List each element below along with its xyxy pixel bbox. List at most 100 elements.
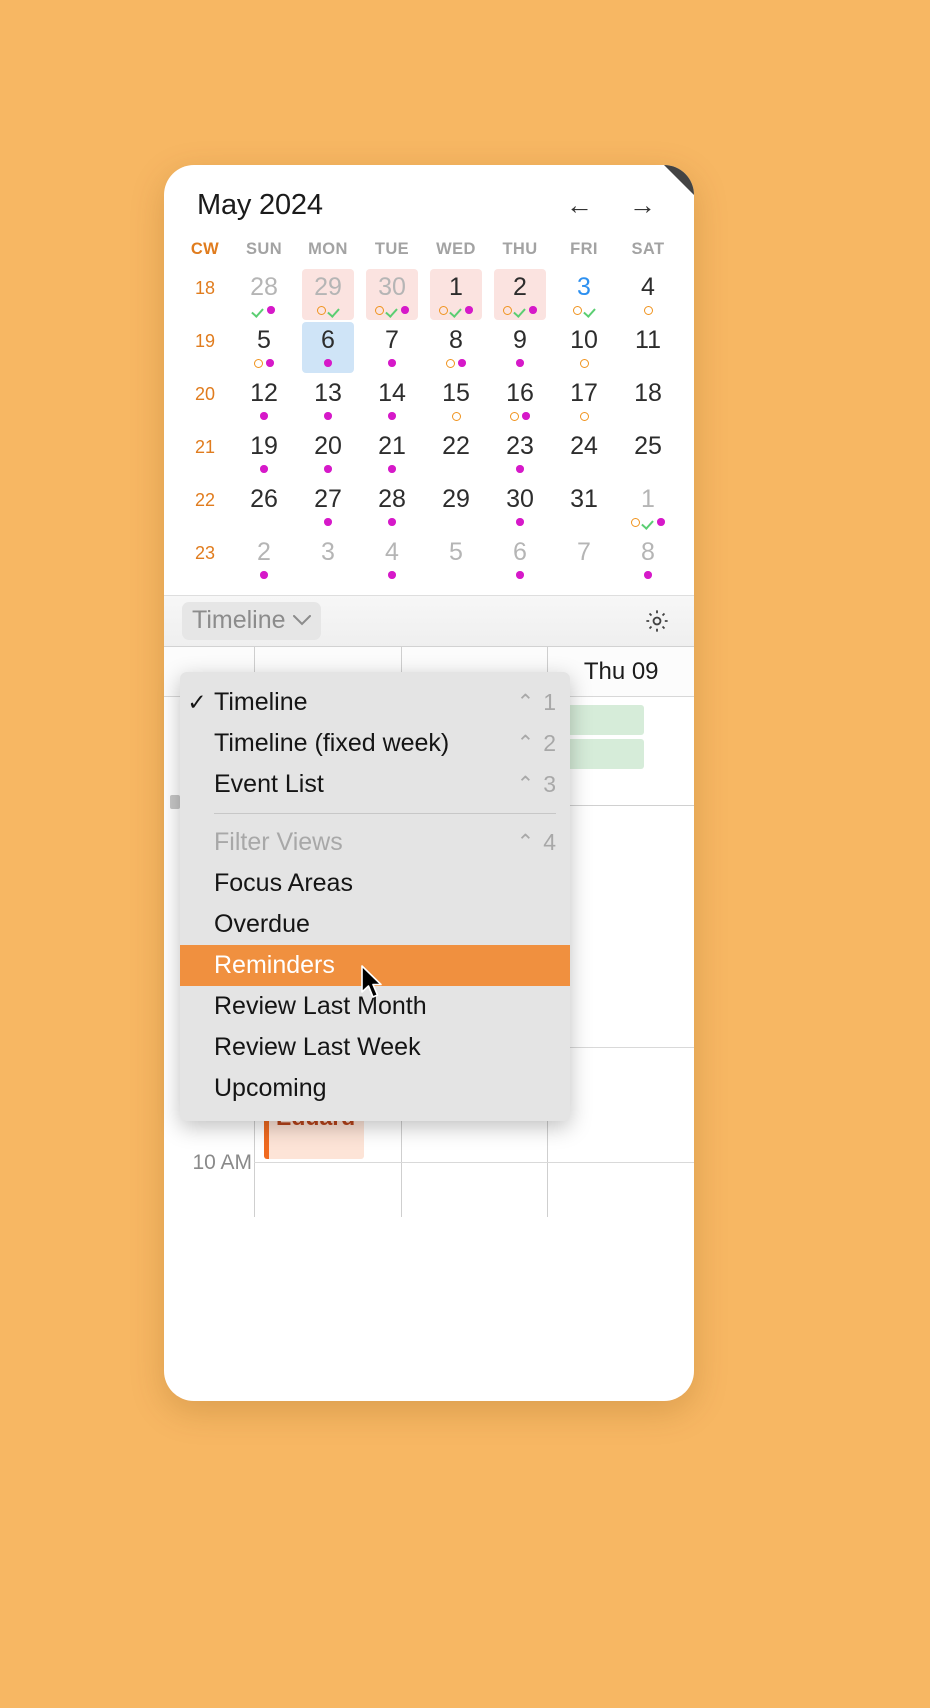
view-dropdown-menu: ✓ Timeline ⌃ 1 Timeline (fixed week) ⌃ 2 Event … (180, 672, 570, 1121)
marker-dot-icon (401, 306, 409, 314)
next-month-button[interactable]: → (629, 192, 656, 219)
column-header-sun: SUN (245, 240, 283, 258)
calendar-day-cell[interactable]: 23 (488, 428, 552, 481)
day-number: 3 (577, 273, 591, 301)
menu-item-overdue[interactable]: Overdue (180, 904, 570, 945)
calendar-day-cell[interactable]: 6 (296, 322, 360, 375)
marker-circle-icon (631, 517, 641, 527)
day-markers (253, 303, 275, 317)
day-number: 7 (385, 326, 399, 354)
menu-item-shortcut: ⌃ 4 (517, 829, 556, 856)
day-markers (631, 515, 665, 529)
scrollbar-thumb[interactable] (170, 795, 180, 809)
calendar-day-cell[interactable]: 3 (552, 269, 616, 322)
calendar-day-cell[interactable]: 12 (232, 375, 296, 428)
prev-month-button[interactable]: ← (566, 192, 593, 219)
marker-dot-icon (529, 306, 537, 314)
calendar-day-cell[interactable]: 1 (424, 269, 488, 322)
marker-dot-icon (516, 518, 524, 526)
column-header-wed: WED (436, 240, 476, 258)
marker-dot-icon (644, 571, 652, 579)
calendar-day-cell[interactable]: 24 (552, 428, 616, 481)
calendar-day-cell[interactable]: 19 (232, 428, 296, 481)
calendar-day-cell[interactable]: 7 (552, 534, 616, 587)
menu-separator (214, 813, 556, 814)
day-number: 8 (449, 326, 463, 354)
calendar-week-row: 23 2 3 4 5 6 7 8 (178, 534, 680, 587)
view-selector-button[interactable]: Timeline (182, 602, 321, 640)
marker-dot-icon (657, 518, 665, 526)
calendar-day-cell[interactable]: 4 (616, 269, 680, 322)
calendar-day-cell[interactable]: 14 (360, 375, 424, 428)
day-number: 2 (513, 273, 527, 301)
calendar-day-cell[interactable]: 21 (360, 428, 424, 481)
menu-item-focus-areas[interactable]: Focus Areas (180, 863, 570, 904)
calendar-day-cell[interactable]: 8 (616, 534, 680, 587)
calendar-day-cell[interactable]: 28 (360, 481, 424, 534)
marker-circle-icon (510, 411, 520, 421)
menu-item-upcoming[interactable]: Upcoming (180, 1068, 570, 1109)
calendar-day-cell[interactable]: 15 (424, 375, 488, 428)
calendar-day-cell[interactable]: 11 (616, 322, 680, 375)
day-number: 28 (250, 273, 278, 301)
day-markers (510, 409, 530, 423)
marker-check-icon (329, 305, 340, 316)
marker-dot-icon (522, 412, 530, 420)
day-markers (324, 409, 332, 423)
calendar-day-cell[interactable]: 31 (552, 481, 616, 534)
calendar-day-cell[interactable]: 6 (488, 534, 552, 587)
calendar-day-cell[interactable]: 8 (424, 322, 488, 375)
menu-item-timeline[interactable]: ✓ Timeline ⌃ 1 (180, 682, 570, 723)
calendar-day-cell[interactable]: 7 (360, 322, 424, 375)
calendar-day-cell[interactable]: 22 (424, 428, 488, 481)
calendar-day-cell[interactable]: 2 (232, 534, 296, 587)
calendar-day-cell[interactable]: 4 (360, 534, 424, 587)
menu-item-label: Timeline (214, 688, 308, 716)
calendar-day-cell[interactable]: 28 (232, 269, 296, 322)
calendar-day-cell[interactable]: 29 (296, 269, 360, 322)
menu-item-event-list[interactable]: Event List ⌃ 3 (180, 764, 570, 805)
calendar-day-cell[interactable]: 2 (488, 269, 552, 322)
calendar-day-cell[interactable]: 5 (232, 322, 296, 375)
calendar-day-cell[interactable]: 9 (488, 322, 552, 375)
week-number: 23 (194, 543, 216, 563)
chevron-down-icon (292, 611, 311, 630)
calendar-day-cell[interactable]: 10 (552, 322, 616, 375)
menu-item-timeline-fixed-week[interactable]: Timeline (fixed week) ⌃ 2 (180, 723, 570, 764)
day-markers (644, 568, 652, 582)
marker-circle-icon (446, 358, 456, 368)
calendar-day-cell[interactable]: 5 (424, 534, 488, 587)
calendar-day-cell[interactable]: 1 (616, 481, 680, 534)
day-number: 1 (449, 273, 463, 301)
menu-item-review-last-week[interactable]: Review Last Week (180, 1027, 570, 1068)
marker-check-icon (253, 305, 264, 316)
calendar-day-cell[interactable]: 27 (296, 481, 360, 534)
calendar-day-cell[interactable]: 26 (232, 481, 296, 534)
calendar-day-cell[interactable]: 25 (616, 428, 680, 481)
day-markers (516, 515, 524, 529)
marker-circle-icon (451, 411, 461, 421)
gear-icon[interactable] (644, 608, 670, 634)
calendar-day-cell[interactable]: 30 (488, 481, 552, 534)
marker-circle-icon (503, 305, 513, 315)
day-markers (260, 568, 268, 582)
day-markers (254, 356, 274, 370)
month-calendar: CW SUN MON TUE WED THU FRI SAT 18 28 29 30 1 2 3 4 19 5 6… (164, 226, 694, 587)
calendar-day-cell[interactable]: 30 (360, 269, 424, 322)
calendar-day-cell[interactable]: 17 (552, 375, 616, 428)
marker-dot-icon (388, 518, 396, 526)
menu-item-shortcut: ⌃ 3 (517, 771, 556, 798)
calendar-day-cell[interactable]: 3 (296, 534, 360, 587)
marker-dot-icon (260, 465, 268, 473)
calendar-day-cell[interactable]: 18 (616, 375, 680, 428)
calendar-day-cell[interactable]: 13 (296, 375, 360, 428)
calendar-day-cell[interactable]: 29 (424, 481, 488, 534)
day-markers (388, 462, 396, 476)
calendar-week-row: 20 12 13 14 15 16 17 18 (178, 375, 680, 428)
hour-label-10am: 10 AM (192, 1151, 252, 1174)
calendar-day-cell[interactable]: 16 (488, 375, 552, 428)
calendar-day-cell[interactable]: 20 (296, 428, 360, 481)
week-number: 21 (194, 437, 216, 457)
marker-circle-icon (439, 305, 449, 315)
day-number: 18 (634, 379, 662, 407)
